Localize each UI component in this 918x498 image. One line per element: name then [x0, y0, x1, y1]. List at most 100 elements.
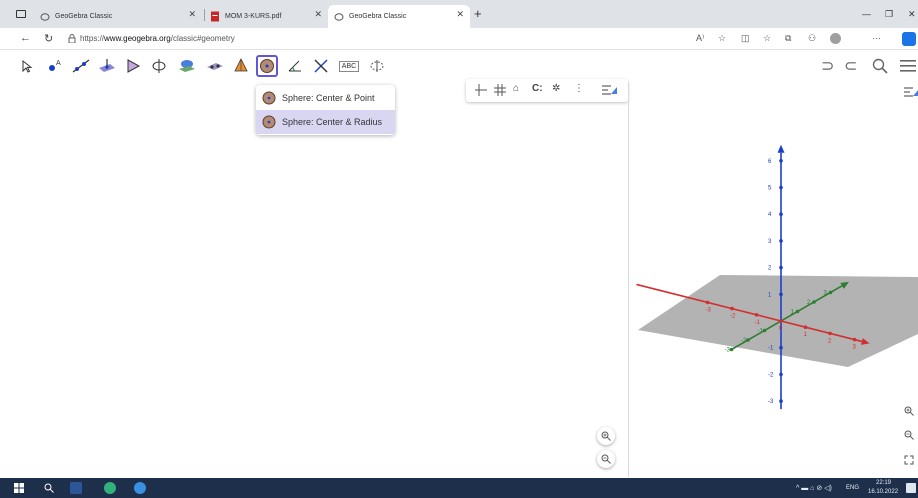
z-axis-arrow [777, 144, 785, 153]
text-tool-icon[interactable]: ABC [338, 55, 360, 77]
home-icon[interactable]: ⌂ [513, 83, 519, 94]
toggle-style-bar-icon[interactable] [602, 84, 618, 96]
fullscreen-button[interactable] [902, 453, 916, 467]
sphere-tool-dropdown: Sphere: Center & Point Sphere: Center & … [256, 85, 395, 135]
pyramid-tool-icon[interactable] [230, 55, 252, 77]
edge-app-icon[interactable] [104, 482, 116, 494]
profile-avatar[interactable] [830, 33, 841, 44]
tray-icons[interactable]: ^ ▬ ⌂ ⊘ ◁) [796, 484, 832, 492]
z-axis-tick-label--2: -2 [768, 372, 774, 378]
move-tool-icon[interactable] [16, 55, 38, 77]
y-axis-tick-label--3: -3 [725, 348, 731, 354]
zoom-in-3d-button[interactable] [902, 404, 916, 418]
perpendicular-tool-icon[interactable] [96, 55, 118, 77]
angle-tool-icon[interactable] [284, 55, 306, 77]
z-axis-tick-2 [779, 265, 783, 270]
z-axis-tick--1 [779, 345, 783, 350]
lock-icon [68, 34, 76, 43]
y-axis-tick-label--2: -2 [741, 338, 747, 344]
tab-title: MOM 3-KURS.pdf [225, 13, 282, 20]
undo-icon[interactable]: ⊃ [821, 56, 834, 76]
geogebra-icon [334, 12, 344, 21]
collections-icon[interactable]: ⧉ [785, 33, 791, 44]
address-bar: ← ↻ https://www.geogebra.org/classic#geo… [0, 28, 918, 50]
restore-button[interactable]: ❐ [885, 9, 893, 20]
menu-item-sphere-center-point[interactable]: Sphere: Center & Point [256, 86, 395, 110]
grid-toggle-icon[interactable] [494, 84, 506, 96]
close-window-button[interactable]: ✕ [908, 9, 916, 20]
sphere-icon [262, 115, 276, 129]
y-axis-tick-3 [828, 290, 833, 295]
polygon-tool-icon[interactable] [122, 55, 144, 77]
rotate-view-tool-icon[interactable] [366, 55, 388, 77]
y-axis-tick-1 [795, 309, 800, 314]
reload-icon[interactable]: ↻ [44, 32, 53, 45]
z-axis-tick-label-5: 5 [768, 186, 772, 192]
z-axis-tick-5 [779, 185, 783, 190]
language-indicator[interactable]: ENG [846, 485, 859, 491]
y-axis-tick--1 [762, 328, 767, 333]
intersect-surfaces-tool-icon[interactable] [176, 55, 198, 77]
gear-icon[interactable]: ✲ [552, 83, 560, 94]
read-aloud-icon[interactable]: A⁾ [696, 33, 704, 44]
browser-tab-pdf[interactable]: MOM 3-KURS.pdf ✕ [210, 5, 328, 28]
circle-axis-tool-icon[interactable] [148, 55, 170, 77]
x-axis-tick--2 [730, 306, 734, 311]
sphere-tool-icon[interactable] [256, 55, 278, 77]
reflect-tool-icon[interactable] [310, 55, 332, 77]
close-icon[interactable]: ✕ [188, 9, 196, 20]
search-icon[interactable] [872, 58, 888, 74]
close-icon[interactable]: ✕ [314, 9, 322, 20]
url-field[interactable]: https://www.geogebra.org/classic#geometr… [80, 34, 235, 43]
zoom-out-3d-button[interactable] [902, 428, 916, 442]
x-axis-tick-label--1: -1 [755, 320, 761, 326]
x-axis-tick-label--3: -3 [706, 307, 712, 313]
windows-start-icon[interactable] [14, 483, 24, 493]
browser-tab-geogebra-1[interactable]: GeoGebra Classic ✕ [40, 5, 202, 28]
clock-time[interactable]: 22:19 [876, 480, 891, 486]
notifications-icon[interactable] [906, 483, 916, 493]
axes-toggle-icon[interactable] [475, 84, 487, 96]
point-capturing-icon[interactable]: C: [532, 83, 543, 94]
y-axis-tick--3 [729, 347, 734, 352]
search-icon[interactable] [44, 483, 54, 493]
favorite-star-icon[interactable]: ☆ [718, 33, 726, 44]
word-app-icon[interactable] [70, 482, 82, 494]
z-axis-tick-3 [779, 239, 783, 243]
menu-item-label: Sphere: Center & Point [282, 93, 375, 103]
y-axis-tick-label--1: -1 [758, 329, 764, 335]
split-screen-icon[interactable]: ◫ [741, 33, 750, 44]
z-axis-tick-label--3: -3 [768, 399, 774, 405]
geogebra-toolbar: A ABC ⊃ ⊂ [0, 51, 918, 83]
minimize-button[interactable]: — [862, 9, 871, 19]
back-arrow-icon[interactable]: ← [20, 32, 31, 44]
copilot-icon[interactable] [902, 32, 916, 46]
y-axis-tick--2 [746, 338, 750, 342]
tab-actions-icon[interactable] [16, 10, 26, 18]
zoom-in-icon [904, 406, 914, 416]
zoom-out-button[interactable] [597, 450, 615, 468]
url-host: www.geogebra.org [104, 34, 171, 43]
redo-icon[interactable]: ⊂ [844, 56, 857, 76]
zoom-in-button[interactable] [597, 427, 615, 445]
z-axis-tick-1 [779, 292, 783, 297]
hamburger-menu-icon[interactable] [900, 59, 916, 73]
x-axis-tick-3 [852, 337, 857, 342]
zoom-in-icon [601, 431, 611, 441]
browser-app-icon[interactable] [134, 482, 146, 494]
graphics-3d-view[interactable]: -3-2-10123-3-2-1123654321-1-2-3 [629, 83, 918, 477]
more-vertical-icon[interactable]: ⋮ [574, 83, 584, 94]
new-tab-button[interactable]: + [474, 6, 482, 21]
clock-date[interactable]: 16.10.2022 [868, 489, 898, 495]
favorites-icon[interactable]: ☆ [763, 33, 771, 44]
close-icon[interactable]: ✕ [456, 9, 464, 20]
browser-tab-geogebra-active[interactable]: GeoGebra Classic ✕ [328, 5, 470, 28]
point-tool-icon[interactable]: A [44, 55, 66, 77]
plane-tool-icon[interactable] [204, 55, 226, 77]
line-tool-icon[interactable] [70, 55, 92, 77]
menu-item-sphere-center-radius[interactable]: Sphere: Center & Radius [256, 110, 395, 134]
more-menu-icon[interactable]: ··· [872, 33, 881, 43]
extensions-icon[interactable]: ⚇ [808, 33, 816, 44]
tab-title: GeoGebra Classic [55, 13, 113, 20]
windows-taskbar: ^ ▬ ⌂ ⊘ ◁) ENG 22:19 16.10.2022 [0, 478, 918, 498]
